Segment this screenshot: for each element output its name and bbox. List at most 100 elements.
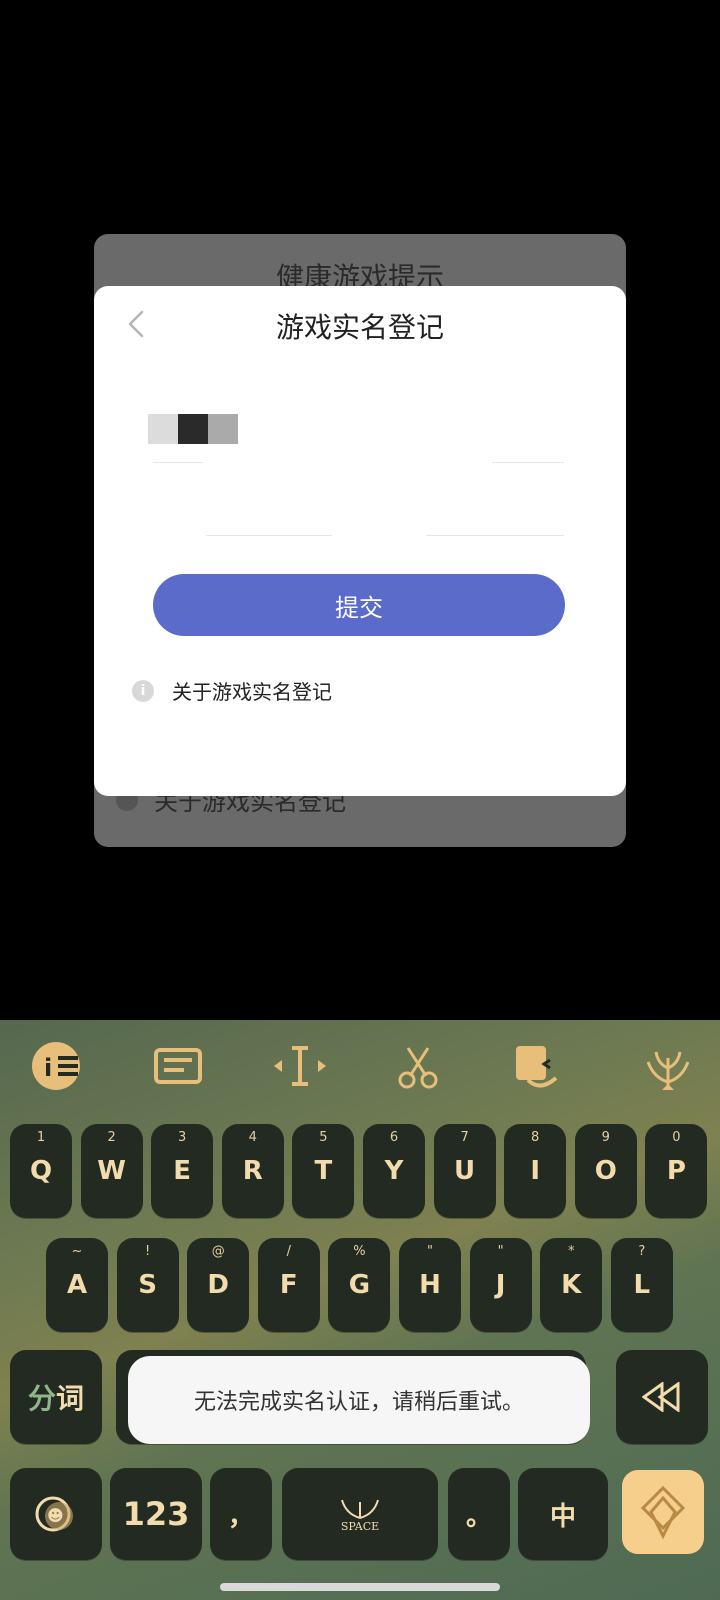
about-registration-text: 关于游戏实名登记 bbox=[172, 680, 332, 704]
backspace-key[interactable] bbox=[616, 1350, 708, 1444]
key-primary-label: I bbox=[530, 1156, 541, 1186]
soft-keyboard: i 1Q2W3E4R5T6Y7U8I9O0P ~ A! S @ D / F% G " H " J * K?… bbox=[0, 1020, 720, 1600]
backspace-icon bbox=[642, 1382, 680, 1412]
key-secondary-label: @ bbox=[211, 1244, 225, 1259]
key-h[interactable]: " H bbox=[399, 1238, 461, 1332]
number-mode-key[interactable]: 123 bbox=[110, 1468, 202, 1560]
key-l[interactable]: ? L bbox=[610, 1238, 673, 1332]
key-primary-label: Q bbox=[29, 1156, 53, 1186]
id-field-underline-right[interactable] bbox=[426, 535, 564, 536]
ime-logo-icon[interactable]: i bbox=[32, 1038, 88, 1094]
cursor-edit-icon[interactable] bbox=[272, 1038, 328, 1094]
segmentation-key[interactable]: 分词 bbox=[10, 1350, 102, 1444]
emoji-key[interactable]: ☻ bbox=[10, 1468, 102, 1560]
key-o[interactable]: 9O bbox=[574, 1124, 637, 1218]
key-a[interactable]: ~ A bbox=[46, 1238, 108, 1332]
key-secondary-label: 9 bbox=[601, 1130, 610, 1145]
key-y[interactable]: 6Y bbox=[363, 1124, 425, 1218]
emoji-bear-icon: ☻ bbox=[35, 1496, 73, 1532]
key-k[interactable]: * K bbox=[540, 1238, 603, 1332]
name-field-underline-left bbox=[153, 462, 203, 463]
key-secondary-label: 3 bbox=[178, 1130, 187, 1145]
key-secondary-label: 1 bbox=[36, 1130, 46, 1145]
skin-theme-icon[interactable] bbox=[640, 1038, 696, 1094]
key-secondary-label: 0 bbox=[672, 1130, 681, 1145]
key-primary-label: A bbox=[66, 1270, 88, 1300]
svg-text:i: i bbox=[44, 1054, 52, 1082]
key-d[interactable]: @ D bbox=[187, 1238, 250, 1332]
key-u[interactable]: 7U bbox=[433, 1124, 496, 1218]
key-primary-label: T bbox=[314, 1156, 333, 1186]
scissors-icon[interactable] bbox=[390, 1038, 446, 1094]
submit-button[interactable]: 提交 bbox=[153, 574, 565, 636]
key-secondary-label: * bbox=[567, 1244, 575, 1259]
period-key-label: 。 bbox=[465, 1501, 492, 1532]
laurel-icon bbox=[341, 1499, 379, 1519]
key-secondary-label: 2 bbox=[107, 1130, 116, 1145]
space-key[interactable]: SPACE bbox=[282, 1468, 438, 1560]
about-registration-link[interactable]: i 关于游戏实名登记 bbox=[132, 676, 332, 705]
key-primary-label: U bbox=[454, 1156, 476, 1186]
number-mode-key-label: 123 bbox=[122, 1495, 190, 1533]
key-s[interactable]: ! S bbox=[116, 1238, 179, 1332]
comma-key[interactable]: ， bbox=[210, 1468, 272, 1560]
key-j[interactable]: " J bbox=[469, 1238, 532, 1332]
key-secondary-label: " bbox=[427, 1244, 433, 1259]
key-primary-label: P bbox=[666, 1156, 686, 1186]
key-g[interactable]: % G bbox=[328, 1238, 391, 1332]
diamond-enter-icon bbox=[640, 1485, 686, 1540]
period-key[interactable]: 。 bbox=[448, 1468, 510, 1560]
key-w[interactable]: 2W bbox=[80, 1124, 143, 1218]
chinese-mode-key-label: 中 bbox=[549, 1501, 576, 1532]
key-primary-label: H bbox=[419, 1270, 441, 1300]
home-indicator[interactable] bbox=[220, 1583, 500, 1591]
real-name-registration-modal: 游戏实名登记 提交 i 关于游戏实名登记 bbox=[94, 286, 626, 796]
key-q[interactable]: 1Q bbox=[10, 1124, 72, 1218]
key-r[interactable]: 4R bbox=[221, 1124, 284, 1218]
key-primary-label: D bbox=[207, 1270, 229, 1300]
key-primary-label: F bbox=[279, 1270, 298, 1300]
space-key-label: SPACE bbox=[340, 1519, 380, 1533]
key-secondary-label: ! bbox=[144, 1244, 151, 1259]
key-secondary-label: " bbox=[497, 1244, 504, 1259]
enter-key[interactable] bbox=[622, 1470, 704, 1554]
key-p[interactable]: 0P bbox=[645, 1124, 708, 1218]
key-e[interactable]: 3E bbox=[151, 1124, 214, 1218]
name-field-underline-right bbox=[492, 462, 564, 463]
key-primary-label: K bbox=[561, 1270, 582, 1300]
redacted-input-content[interactable] bbox=[148, 414, 238, 444]
key-primary-label: S bbox=[138, 1270, 157, 1300]
key-secondary-label: 6 bbox=[389, 1130, 399, 1145]
segmentation-key-ci: 词 bbox=[56, 1382, 85, 1415]
key-primary-label: O bbox=[594, 1156, 617, 1186]
key-primary-label: J bbox=[495, 1270, 506, 1300]
key-secondary-label: 8 bbox=[531, 1130, 540, 1145]
error-toast: 无法完成实名认证，请稍后重试。 bbox=[128, 1356, 590, 1444]
key-secondary-label: 4 bbox=[248, 1130, 257, 1145]
chinese-mode-key[interactable]: 中 bbox=[518, 1468, 608, 1560]
key-primary-label: R bbox=[242, 1156, 263, 1186]
key-primary-label: E bbox=[173, 1156, 192, 1186]
key-secondary-label: 7 bbox=[460, 1130, 469, 1145]
key-secondary-label: / bbox=[286, 1244, 291, 1259]
segmentation-key-fen: 分 bbox=[27, 1382, 56, 1415]
id-field-underline-left[interactable] bbox=[206, 535, 332, 536]
svg-text:☻: ☻ bbox=[47, 1506, 64, 1525]
key-i[interactable]: 8I bbox=[504, 1124, 567, 1218]
keyboard-toolbar: i bbox=[0, 1020, 720, 1120]
key-secondary-label: ~ bbox=[71, 1244, 83, 1259]
key-secondary-label: % bbox=[353, 1244, 366, 1259]
keyboard-layout-icon[interactable] bbox=[150, 1038, 206, 1094]
comma-key-label: ， bbox=[227, 1501, 254, 1532]
key-primary-label: G bbox=[348, 1270, 371, 1300]
info-icon: i bbox=[132, 679, 154, 702]
key-primary-label: Y bbox=[384, 1156, 404, 1186]
key-primary-label: W bbox=[97, 1156, 126, 1186]
modal-title: 游戏实名登记 bbox=[275, 311, 444, 344]
key-secondary-label: 5 bbox=[319, 1130, 328, 1145]
key-f[interactable]: / F bbox=[257, 1238, 320, 1332]
key-secondary-label: ? bbox=[638, 1244, 646, 1259]
key-primary-label: L bbox=[633, 1270, 651, 1300]
key-t[interactable]: 5T bbox=[292, 1124, 355, 1218]
emoji-face-icon[interactable] bbox=[510, 1038, 566, 1094]
